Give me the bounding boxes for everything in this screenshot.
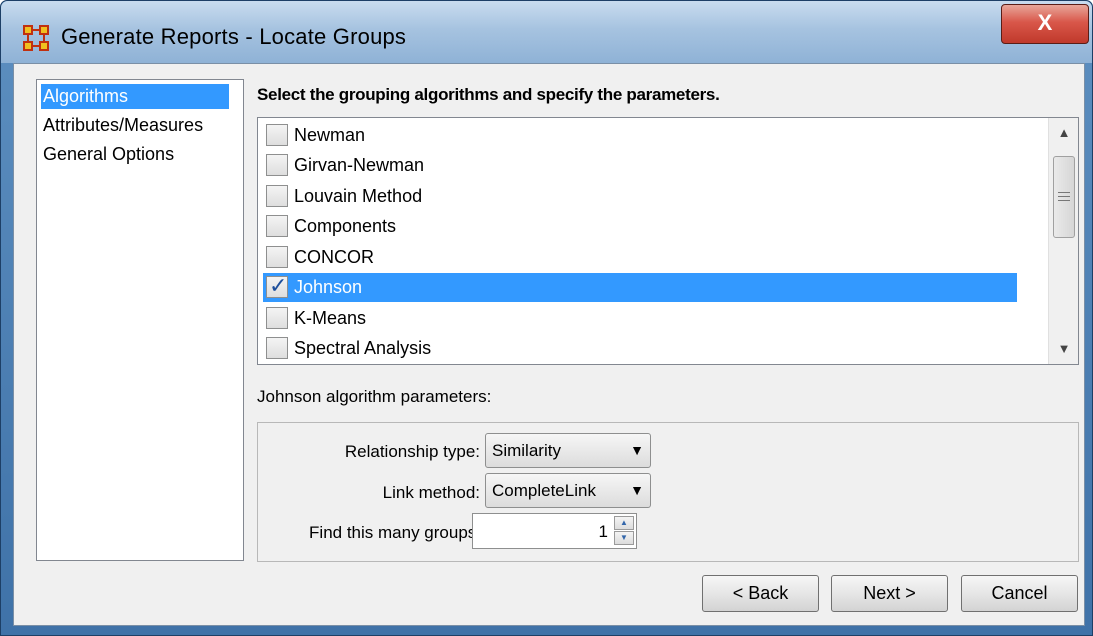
groups-count-spinner[interactable]: 1 ▲ ▼	[472, 513, 637, 549]
close-button[interactable]: X	[1001, 4, 1089, 44]
list-item-label: CONCOR	[294, 247, 374, 267]
list-item[interactable]: Louvain Method	[263, 182, 1017, 211]
list-item-label: Components	[294, 216, 397, 236]
params-panel: Relationship type: Similarity ▼ Link met…	[257, 422, 1079, 562]
spin-up-icon[interactable]: ▲	[614, 516, 634, 530]
checkbox[interactable]	[266, 215, 288, 237]
checkbox[interactable]	[266, 185, 288, 207]
next-button[interactable]: Next >	[831, 575, 948, 612]
title-bar[interactable]: Generate Reports - Locate Groups X	[1, 1, 1092, 63]
app-network-icon	[23, 25, 49, 51]
grip-line	[1058, 200, 1070, 201]
close-icon: X	[1037, 10, 1053, 35]
dropdown-value: CompleteLink	[492, 481, 596, 500]
scroll-up-icon[interactable]: ▲	[1049, 118, 1078, 148]
vertical-scrollbar[interactable]: ▲ ▼	[1048, 118, 1078, 364]
cancel-button[interactable]: Cancel	[961, 575, 1078, 612]
window-title: Generate Reports - Locate Groups	[61, 24, 407, 49]
scroll-down-icon[interactable]: ▼	[1049, 334, 1078, 364]
groups-count-label: Find this many groups:	[309, 523, 481, 542]
checkbox[interactable]	[266, 246, 288, 268]
checkbox[interactable]	[266, 337, 288, 359]
spin-down-icon[interactable]: ▼	[614, 531, 634, 545]
back-button[interactable]: < Back	[702, 575, 819, 612]
list-item[interactable]: K-Means	[263, 304, 1017, 333]
grip-line	[1058, 192, 1070, 193]
checkbox[interactable]	[266, 307, 288, 329]
list-item-label: Louvain Method	[294, 186, 423, 206]
list-item-selected[interactable]: ✓ Johnson	[263, 273, 1017, 302]
spinner-value[interactable]: 1	[599, 522, 608, 542]
grip-line	[1058, 196, 1070, 197]
checkmark-icon: ✓	[269, 273, 288, 298]
list-item[interactable]: Spectral Analysis	[263, 334, 1017, 363]
dialog-window: Generate Reports - Locate Groups X Algor…	[0, 0, 1093, 636]
params-heading: Johnson algorithm parameters:	[257, 387, 492, 406]
dropdown-arrow-icon: ▼	[630, 482, 644, 498]
sidebar: Algorithms Attributes/Measures General O…	[36, 79, 244, 561]
list-item-label: Newman	[294, 125, 366, 145]
sidebar-item-general-options[interactable]: General Options	[41, 142, 229, 167]
checkbox-checked[interactable]: ✓	[266, 273, 288, 298]
spinner-buttons: ▲ ▼	[614, 516, 634, 546]
list-item-label: Girvan-Newman	[294, 155, 425, 175]
dropdown-value: Similarity	[492, 441, 561, 460]
relationship-type-dropdown[interactable]: Similarity ▼	[485, 433, 651, 468]
algorithm-list: Newman Girvan-Newman Louvain Method Comp…	[257, 117, 1079, 365]
sidebar-item-algorithms[interactable]: Algorithms	[41, 84, 229, 109]
list-item-label: Spectral Analysis	[294, 338, 432, 358]
list-item-label: Johnson	[294, 277, 363, 297]
sidebar-item-attributes-measures[interactable]: Attributes/Measures	[41, 113, 229, 138]
list-item[interactable]: Components	[263, 212, 1017, 241]
list-item-label: K-Means	[294, 308, 367, 328]
checkbox[interactable]	[266, 154, 288, 176]
link-method-label: Link method:	[382, 483, 480, 502]
list-item[interactable]: CONCOR	[263, 243, 1017, 272]
dropdown-arrow-icon: ▼	[630, 442, 644, 458]
scroll-thumb[interactable]	[1053, 156, 1075, 238]
dialog-body: Algorithms Attributes/Measures General O…	[13, 63, 1085, 626]
relationship-type-label: Relationship type:	[344, 442, 480, 461]
section-heading: Select the grouping algorithms and speci…	[257, 85, 720, 104]
checkbox[interactable]	[266, 124, 288, 146]
link-method-dropdown[interactable]: CompleteLink ▼	[485, 473, 651, 508]
list-item[interactable]: Girvan-Newman	[263, 151, 1017, 180]
list-item[interactable]: Newman	[263, 121, 1017, 150]
